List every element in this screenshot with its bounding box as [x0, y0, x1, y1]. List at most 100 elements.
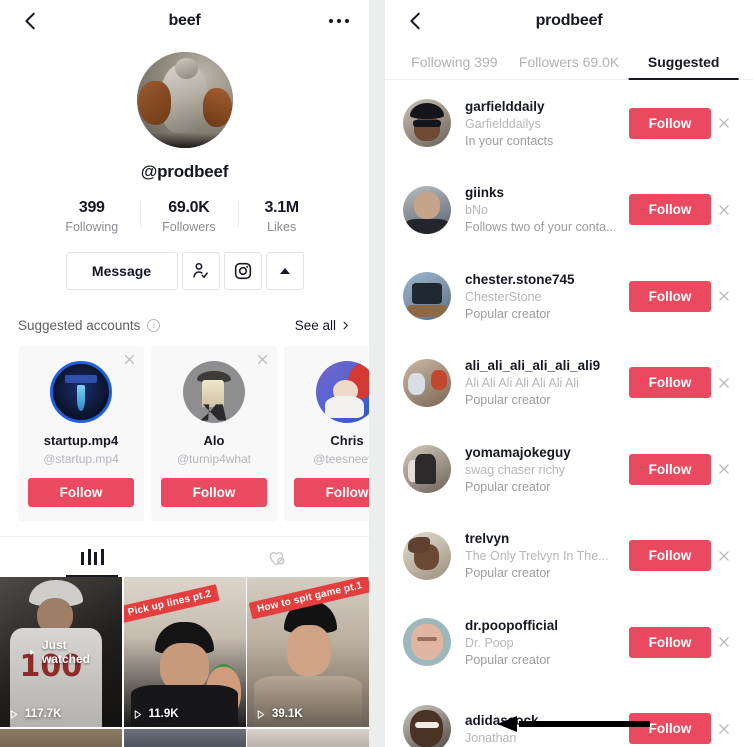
dismiss-button[interactable]: [711, 376, 737, 390]
dismiss-button[interactable]: [711, 462, 737, 476]
follow-button[interactable]: Follow: [294, 478, 369, 507]
list-item-info: dr.poopofficial Dr. Poop Popular creator: [465, 618, 621, 667]
dismiss-button[interactable]: [711, 203, 737, 217]
avatar[interactable]: [403, 99, 451, 148]
username: dr.poopofficial: [465, 617, 558, 633]
avatar[interactable]: [403, 185, 451, 234]
stat-likes[interactable]: 3.1M Likes: [237, 199, 326, 234]
follow-button[interactable]: Follow: [28, 478, 134, 507]
info-icon[interactable]: i: [147, 318, 161, 332]
avatar[interactable]: [136, 52, 233, 148]
back-chevron-icon[interactable]: [405, 10, 427, 32]
profile-actions: Message: [0, 252, 369, 290]
close-icon: [719, 464, 729, 474]
card-avatar: [183, 361, 245, 423]
relation-note: Popular creator: [465, 652, 551, 667]
stat-followers[interactable]: 69.0K Followers: [140, 199, 238, 234]
list-item[interactable]: giinks bNo Follows two of your conta... …: [385, 167, 753, 254]
close-icon[interactable]: [256, 353, 269, 366]
video-cell[interactable]: [123, 728, 246, 747]
instagram-button[interactable]: [223, 252, 262, 290]
right-header: prodbeef: [385, 0, 753, 42]
suggested-accounts-carousel[interactable]: startup.mp4 @startup.mp4 Follow Alo @tur…: [0, 346, 369, 521]
avatar[interactable]: [403, 531, 451, 580]
display-name: The Only Trelvyn In The...: [465, 549, 609, 564]
tab-posts[interactable]: [0, 537, 185, 577]
follow-button[interactable]: Follow: [161, 478, 267, 507]
follow-button[interactable]: Follow: [629, 367, 711, 399]
suggested-list-panel: prodbeef Following 399 Followers 69.0K S…: [385, 0, 753, 747]
list-item[interactable]: chester.stone745 ChesterStone Popular cr…: [385, 253, 753, 340]
dismiss-button[interactable]: [711, 116, 737, 130]
dismiss-button[interactable]: [711, 635, 737, 649]
screen-root: beef @prodbeef 399 Following 69.0K Follo…: [0, 0, 753, 747]
list-item-info: garfielddaily Garfielddailys In your con…: [465, 99, 621, 148]
list-item[interactable]: dr.poopofficial Dr. Poop Popular creator…: [385, 599, 753, 686]
tab-following[interactable]: Following 399: [399, 54, 510, 79]
more-options-icon[interactable]: [328, 18, 349, 24]
suggested-accounts-title: Suggested accounts: [18, 317, 141, 333]
follow-button[interactable]: Follow: [629, 626, 711, 658]
list-item-info: yomamajokeguy swag chaser richy Popular …: [465, 445, 621, 494]
video-cell[interactable]: [247, 728, 369, 747]
avatar[interactable]: [403, 704, 451, 747]
follow-button[interactable]: Follow: [629, 194, 711, 226]
display-name: Jonathan: [465, 730, 517, 745]
follow-button[interactable]: Follow: [629, 107, 711, 139]
video-grid-next-row: [0, 728, 369, 747]
stat-label: Likes: [267, 220, 297, 234]
play-icon: [30, 649, 35, 655]
tab-followers[interactable]: Followers 69.0K: [514, 54, 625, 79]
close-icon: [719, 551, 729, 561]
view-count: 39.1K: [272, 708, 303, 720]
avatar-wrap: [0, 52, 369, 148]
username: garfielddaily: [465, 98, 545, 114]
expand-button[interactable]: [265, 252, 304, 290]
avatar[interactable]: [403, 358, 451, 407]
stat-following[interactable]: 399 Following: [43, 199, 140, 234]
dismiss-button[interactable]: [711, 722, 737, 736]
dismiss-button[interactable]: [711, 289, 737, 303]
follow-button[interactable]: Follow: [629, 713, 711, 745]
list-item[interactable]: adidassock Jonathan Follow: [385, 686, 753, 747]
suggested-accounts-header: Suggested accounts i See all: [0, 312, 369, 338]
close-icon: [719, 205, 729, 215]
username: chester.stone745: [465, 271, 575, 287]
tab-liked[interactable]: [185, 537, 370, 577]
close-icon[interactable]: [123, 353, 136, 366]
avatar[interactable]: [403, 618, 451, 667]
video-cell[interactable]: [0, 728, 122, 747]
video-cell[interactable]: How to spit game pt.1 39.1K: [247, 577, 369, 727]
view-count: 11.9K: [148, 708, 179, 720]
display-name: bNo: [465, 203, 488, 218]
follow-button[interactable]: Follow: [629, 453, 711, 485]
list-item[interactable]: garfielddaily Garfielddailys In your con…: [385, 80, 753, 167]
close-icon: [719, 378, 729, 388]
avatar[interactable]: [403, 445, 451, 494]
stat-value: 399: [78, 199, 105, 216]
see-all-button[interactable]: See all: [295, 318, 351, 333]
add-friend-button[interactable]: [181, 252, 220, 290]
stat-value: 69.0K: [168, 199, 210, 216]
list-item[interactable]: ali_ali_ali_ali_ali_ali9 Ali Ali Ali Ali…: [385, 340, 753, 427]
suggested-account-card[interactable]: startup.mp4 @startup.mp4 Follow: [18, 346, 144, 521]
back-chevron-icon[interactable]: [20, 10, 42, 32]
dismiss-button[interactable]: [711, 549, 737, 563]
card-handle: @startup.mp4: [43, 452, 119, 466]
message-button[interactable]: Message: [65, 252, 178, 290]
tab-suggested[interactable]: Suggested: [628, 54, 739, 79]
follow-button[interactable]: Follow: [629, 540, 711, 572]
profile-stats: 399 Following 69.0K Followers 3.1M Likes: [0, 199, 369, 234]
suggested-account-card[interactable]: Alo @turnip4what Follow: [151, 346, 277, 521]
suggested-user-list: garfielddaily Garfielddailys In your con…: [385, 80, 753, 747]
list-item[interactable]: trelvyn The Only Trelvyn In The... Popul…: [385, 513, 753, 600]
list-item[interactable]: yomamajokeguy swag chaser richy Popular …: [385, 426, 753, 513]
stat-label: Following: [65, 220, 119, 234]
video-cell[interactable]: 100 Just watched 117.7K: [0, 577, 122, 727]
suggested-account-card[interactable]: Chris @teesneefle Follow: [284, 346, 369, 521]
follow-button[interactable]: Follow: [629, 280, 711, 312]
relation-note: Popular creator: [465, 566, 551, 581]
just-watched-badge: Just watched: [28, 638, 93, 666]
avatar[interactable]: [403, 272, 451, 321]
video-cell[interactable]: Pick up lines pt.2 11.9K: [123, 577, 246, 727]
